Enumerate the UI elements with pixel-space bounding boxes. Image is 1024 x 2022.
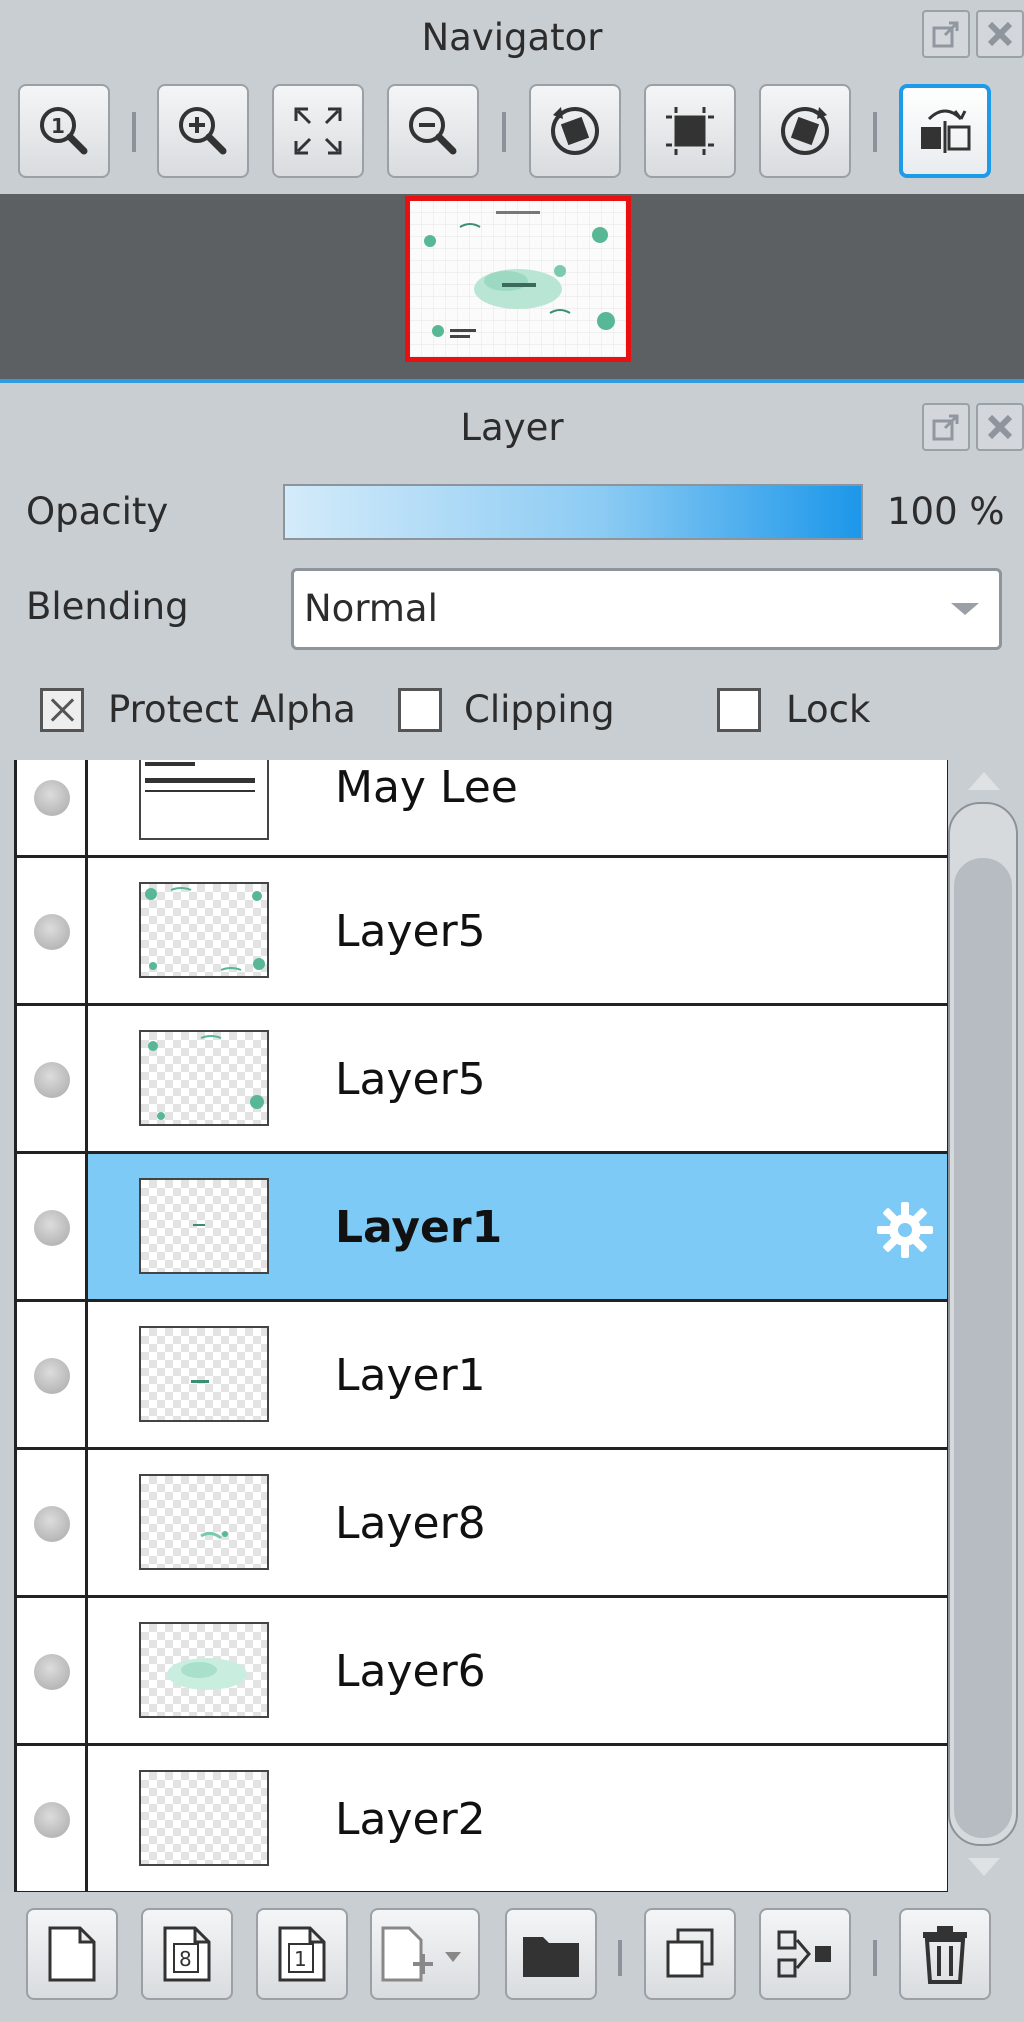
layer-name: Layer8 xyxy=(335,1498,486,1549)
new-8bit-layer-icon: 8 xyxy=(161,1924,213,1984)
trash-icon xyxy=(919,1924,971,1984)
opacity-slider[interactable] xyxy=(283,484,863,540)
undock-icon[interactable] xyxy=(922,403,970,451)
layer-row[interactable]: Layer5 xyxy=(17,1006,947,1154)
layer-name: Layer2 xyxy=(335,1794,486,1845)
layer-row[interactable]: Layer5 xyxy=(17,858,947,1006)
navigator-titlebar: Navigator xyxy=(0,0,1024,76)
layer-name: Layer1 xyxy=(335,1202,503,1253)
lock-label: Lock xyxy=(786,688,871,731)
rotate-left-button[interactable] xyxy=(529,84,621,178)
layer-titlebar: Layer xyxy=(0,383,1024,473)
visibility-toggle[interactable] xyxy=(34,1358,70,1394)
rotate-right-icon xyxy=(775,101,835,161)
visibility-toggle[interactable] xyxy=(34,914,70,950)
zoom-actual-size-icon: 1 xyxy=(36,103,92,159)
navigator-preview[interactable] xyxy=(0,194,1024,379)
close-icon[interactable] xyxy=(976,403,1024,451)
flip-horizontal-button[interactable] xyxy=(899,84,991,178)
visibility-toggle[interactable] xyxy=(34,1654,70,1690)
new-layer-button[interactable] xyxy=(26,1908,118,2000)
layer-panel-title: Layer xyxy=(460,406,564,449)
close-icon[interactable] xyxy=(976,10,1024,58)
undock-icon[interactable] xyxy=(922,10,970,58)
blending-select[interactable]: Normal xyxy=(291,568,1002,650)
layer-row[interactable]: Layer6 xyxy=(17,1598,947,1746)
delete-layer-button[interactable] xyxy=(899,1908,991,2000)
zoom-out-icon xyxy=(405,103,461,159)
clipping-label: Clipping xyxy=(464,688,615,731)
layer-thumbnail xyxy=(139,1622,269,1718)
lock-checkbox[interactable] xyxy=(717,688,761,732)
visibility-toggle[interactable] xyxy=(34,1210,70,1246)
visibility-toggle[interactable] xyxy=(34,780,70,816)
svg-text:1: 1 xyxy=(51,114,65,138)
opacity-value: 100 % xyxy=(887,490,1005,533)
visibility-toggle[interactable] xyxy=(34,1802,70,1838)
layer-thumbnail xyxy=(139,1326,269,1422)
layer-row-selected[interactable]: Layer1 xyxy=(17,1154,947,1302)
merge-down-icon xyxy=(775,1926,835,1982)
reset-rotation-button[interactable] xyxy=(644,84,736,178)
layer-row[interactable]: Layer2 xyxy=(17,1746,947,1892)
layer-name: Layer6 xyxy=(335,1646,486,1697)
layer-row[interactable]: Layer1 xyxy=(17,1302,947,1450)
layer-name: Layer5 xyxy=(335,1054,486,1105)
navigator-title: Navigator xyxy=(421,16,603,59)
duplicate-icon xyxy=(662,1926,718,1982)
new-8bit-layer-button[interactable]: 8 xyxy=(141,1908,233,2000)
scroll-up-icon[interactable] xyxy=(968,772,1000,790)
new-folder-button[interactable] xyxy=(505,1908,597,2000)
layer-name: May Lee xyxy=(335,762,518,813)
zoom-actual-size-button[interactable]: 1 xyxy=(18,84,110,178)
layer-name: Layer1 xyxy=(335,1350,486,1401)
svg-text:8: 8 xyxy=(179,1947,192,1971)
rotate-right-button[interactable] xyxy=(759,84,851,178)
layer-row[interactable]: May Lee xyxy=(17,760,947,858)
fit-to-window-button[interactable] xyxy=(272,84,364,178)
layer-thumbnail xyxy=(139,1030,269,1126)
chevron-down-icon xyxy=(951,603,979,615)
svg-text:1: 1 xyxy=(294,1947,307,1971)
layer-list-scrollbar[interactable] xyxy=(948,760,1024,1892)
layer-thumbnail xyxy=(139,1474,269,1570)
blending-value: Normal xyxy=(304,587,438,630)
protect-alpha-checkbox[interactable] xyxy=(40,688,84,732)
merge-down-button[interactable] xyxy=(759,1908,851,2000)
visibility-toggle[interactable] xyxy=(34,1062,70,1098)
layer-list: May Lee Layer5 Layer5 Layer1 Layer1 Laye… xyxy=(14,760,950,1892)
protect-alpha-label: Protect Alpha xyxy=(108,688,356,731)
layer-row[interactable]: Layer8 xyxy=(17,1450,947,1598)
folder-icon xyxy=(521,1929,581,1979)
new-layer-icon xyxy=(46,1924,98,1984)
zoom-in-button[interactable] xyxy=(157,84,249,178)
canvas-thumbnail[interactable] xyxy=(405,196,631,362)
flip-horizontal-icon xyxy=(915,101,975,161)
rotate-left-icon xyxy=(545,101,605,161)
layer-name: Layer5 xyxy=(335,906,486,957)
add-layer-menu-button[interactable] xyxy=(370,1908,480,2000)
fit-to-window-icon xyxy=(290,103,346,159)
layer-toolbar: 8 1 xyxy=(0,1892,1024,2022)
visibility-toggle[interactable] xyxy=(34,1506,70,1542)
layer-thumbnail xyxy=(139,1770,269,1866)
layer-thumbnail xyxy=(139,882,269,978)
opacity-label: Opacity xyxy=(26,490,169,533)
zoom-in-icon xyxy=(175,103,231,159)
new-1bit-layer-button[interactable]: 1 xyxy=(256,1908,348,2000)
blending-label: Blending xyxy=(26,585,189,628)
scroll-down-icon[interactable] xyxy=(968,1858,1000,1876)
layer-thumbnail xyxy=(139,760,269,840)
scroll-track[interactable] xyxy=(948,802,1018,1846)
layer-thumbnail xyxy=(139,1178,269,1274)
clipping-checkbox[interactable] xyxy=(398,688,442,732)
new-1bit-layer-icon: 1 xyxy=(276,1924,328,1984)
duplicate-layer-button[interactable] xyxy=(644,1908,736,2000)
reset-rotation-icon xyxy=(662,103,718,159)
add-layer-icon xyxy=(377,1924,473,1984)
scroll-thumb[interactable] xyxy=(954,858,1012,1838)
navigator-toolbar: 1 xyxy=(0,76,1024,194)
gear-icon[interactable] xyxy=(873,1198,937,1262)
zoom-out-button[interactable] xyxy=(387,84,479,178)
